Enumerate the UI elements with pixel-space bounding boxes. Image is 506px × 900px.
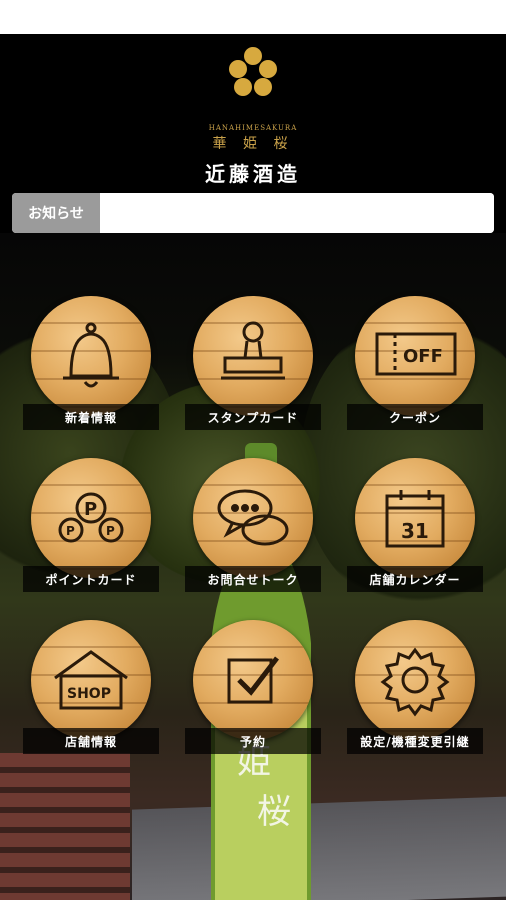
news-bar[interactable]: お知らせ (12, 193, 494, 233)
wood-circle (355, 620, 475, 740)
wood-circle (193, 458, 313, 578)
svg-text:P: P (106, 524, 115, 538)
bell-icon (63, 322, 119, 388)
menu-reservation-button[interactable]: 予約 (185, 620, 321, 770)
company-name: 近藤酒造 (205, 162, 301, 186)
menu-point-card-button[interactable]: P P P ポイントカード (23, 458, 159, 608)
points-p-text: P (84, 499, 97, 520)
gear-icon (380, 647, 450, 717)
shop-icon: SHOP (54, 650, 128, 710)
calendar-icon: 31 (385, 490, 445, 548)
menu-label: 店舗カレンダー (347, 566, 483, 592)
menu-store-info-button[interactable]: SHOP 店舗情報 (23, 620, 159, 770)
wood-circle: 31 (355, 458, 475, 578)
news-label: お知らせ (12, 193, 100, 233)
coupon-icon: OFF (375, 332, 457, 376)
menu-label: 店舗情報 (23, 728, 159, 754)
menu-coupon-button[interactable]: OFF クーポン (347, 296, 483, 446)
menu-news-button[interactable]: 新着情報 (23, 296, 159, 446)
menu-label: 設定/機種変更引継 (347, 728, 483, 754)
points-icon: P P P (58, 492, 124, 543)
wood-circle (31, 296, 151, 416)
menu-stamp-card-button[interactable]: スタンプカード (185, 296, 321, 446)
menu-inquiry-talk-button[interactable]: お問合せトーク (185, 458, 321, 608)
svg-text:桜: 桜 (257, 792, 291, 832)
checkbox-icon (227, 656, 279, 704)
wood-circle: P P P (31, 458, 151, 578)
status-bar (0, 0, 506, 34)
wood-circle (193, 296, 313, 416)
wood-circle: SHOP (31, 620, 151, 740)
menu-settings-button[interactable]: 設定/機種変更引継 (347, 620, 483, 770)
stamp-icon (221, 321, 285, 380)
news-ticker[interactable] (100, 193, 494, 233)
svg-text:P: P (66, 524, 75, 538)
brand-romaji: HANAHIMESAKURA (208, 124, 298, 132)
menu-label: クーポン (347, 404, 483, 430)
shop-text: SHOP (67, 686, 111, 702)
brand-header: HANAHIMESAKURA 華 姫 桜 近藤酒造 (0, 34, 506, 186)
sakura-logo-icon (229, 47, 277, 96)
brand-name: 華 姫 桜 (212, 136, 294, 152)
coupon-off-text: OFF (403, 346, 443, 367)
menu-label: ポイントカード (23, 566, 159, 592)
menu-label: 予約 (185, 728, 321, 754)
chat-icon (217, 489, 289, 546)
menu-store-calendar-button[interactable]: 31 店舗カレンダー (347, 458, 483, 608)
wood-circle: OFF (355, 296, 475, 416)
menu-label: お問合せトーク (185, 566, 321, 592)
calendar-day-text: 31 (401, 519, 429, 543)
menu-label: スタンプカード (185, 404, 321, 430)
wood-circle (193, 620, 313, 740)
menu-label: 新着情報 (23, 404, 159, 430)
